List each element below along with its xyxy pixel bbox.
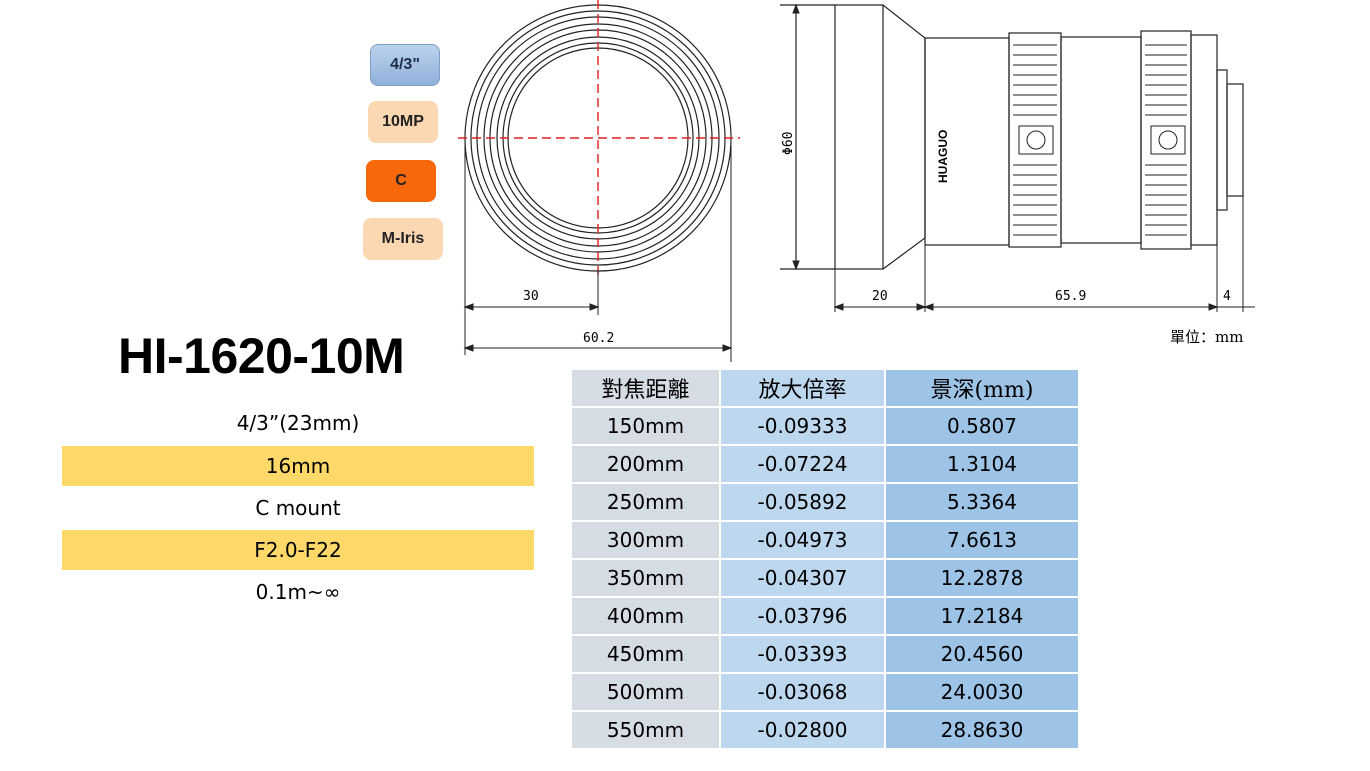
table-row: 500mm -0.03068 24.0030 bbox=[572, 674, 1078, 710]
dim-front-diameter: 60.2 bbox=[583, 331, 614, 346]
cell-dof: 7.6613 bbox=[886, 522, 1078, 558]
dof-table: 對焦距離 放大倍率 景深(mm) 150mm -0.09333 0.5807 2… bbox=[570, 368, 1080, 750]
table-header-row: 對焦距離 放大倍率 景深(mm) bbox=[572, 370, 1078, 406]
cell-distance: 400mm bbox=[572, 598, 719, 634]
table-row: 450mm -0.03393 20.4560 bbox=[572, 636, 1078, 672]
table-row: 250mm -0.05892 5.3364 bbox=[572, 484, 1078, 520]
table-row: 350mm -0.04307 12.2878 bbox=[572, 560, 1078, 596]
cell-magnification: -0.02800 bbox=[721, 712, 884, 748]
cell-magnification: -0.03796 bbox=[721, 598, 884, 634]
cell-distance: 450mm bbox=[572, 636, 719, 672]
dim-body-length: 65.9 bbox=[1055, 289, 1086, 304]
cell-distance: 250mm bbox=[572, 484, 719, 520]
dim-front-length: 20 bbox=[872, 289, 888, 304]
header-magnification: 放大倍率 bbox=[721, 370, 884, 406]
header-depth-of-field: 景深(mm) bbox=[886, 370, 1078, 406]
cell-magnification: -0.03393 bbox=[721, 636, 884, 672]
cell-dof: 5.3364 bbox=[886, 484, 1078, 520]
cell-dof: 0.5807 bbox=[886, 408, 1078, 444]
cell-distance: 300mm bbox=[572, 522, 719, 558]
brand-logo: HUAGUO bbox=[936, 130, 950, 183]
table-row: 150mm -0.09333 0.5807 bbox=[572, 408, 1078, 444]
header-focus-distance: 對焦距離 bbox=[572, 370, 719, 406]
dim-side-diameter: Φ60 bbox=[781, 132, 796, 155]
table-row: 300mm -0.04973 7.6613 bbox=[572, 522, 1078, 558]
cell-magnification: -0.04973 bbox=[721, 522, 884, 558]
cell-dof: 28.8630 bbox=[886, 712, 1078, 748]
cell-magnification: -0.07224 bbox=[721, 446, 884, 482]
cell-distance: 350mm bbox=[572, 560, 719, 596]
table-row: 200mm -0.07224 1.3104 bbox=[572, 446, 1078, 482]
cell-dof: 24.0030 bbox=[886, 674, 1078, 710]
cell-magnification: -0.03068 bbox=[721, 674, 884, 710]
cell-distance: 150mm bbox=[572, 408, 719, 444]
cell-magnification: -0.09333 bbox=[721, 408, 884, 444]
cell-magnification: -0.05892 bbox=[721, 484, 884, 520]
cell-distance: 500mm bbox=[572, 674, 719, 710]
cell-dof: 1.3104 bbox=[886, 446, 1078, 482]
table-row: 400mm -0.03796 17.2184 bbox=[572, 598, 1078, 634]
unit-label: 單位：mm bbox=[1170, 328, 1244, 346]
cell-dof: 12.2878 bbox=[886, 560, 1078, 596]
cell-distance: 550mm bbox=[572, 712, 719, 748]
cell-dof: 20.4560 bbox=[886, 636, 1078, 672]
cell-magnification: -0.04307 bbox=[721, 560, 884, 596]
table-row: 550mm -0.02800 28.8630 bbox=[572, 712, 1078, 748]
cell-distance: 200mm bbox=[572, 446, 719, 482]
center-crosshair bbox=[458, 0, 740, 280]
dim-rear-length: 4 bbox=[1223, 289, 1231, 304]
cell-dof: 17.2184 bbox=[886, 598, 1078, 634]
dim-front-half: 30 bbox=[523, 289, 539, 304]
